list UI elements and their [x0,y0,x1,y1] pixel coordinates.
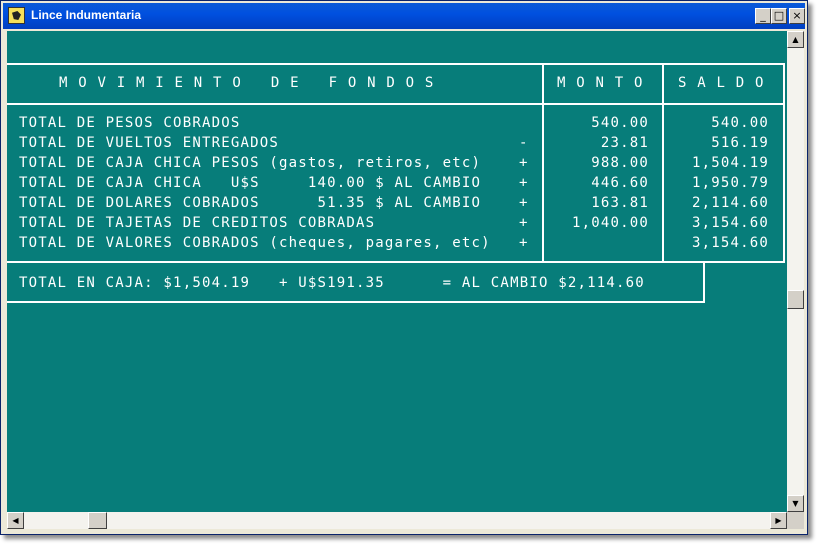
row-operator: + [519,235,529,251]
minimize-button[interactable]: _ [755,8,771,24]
row-monto: 540.00 [591,115,649,131]
row-saldo: 2,114.60 [691,195,769,211]
row-label: TOTAL DE PESOS COBRADOS [19,115,241,131]
row-label: TOTAL DE VALORES COBRADOS (cheques, paga… [19,235,491,251]
total-en-caja: TOTAL EN CAJA: $1,504.19 + U$S191.35 = A… [19,275,645,291]
vertical-scroll-thumb[interactable] [787,290,804,309]
window-title: Lince Indumentaria [31,8,142,22]
row-label: TOTAL DE TAJETAS DE CREDITOS COBRADAS [19,215,376,231]
title-bar[interactable]: Lince Indumentaria _ □ × [3,3,805,29]
saldo-column-header: S A L D O [678,75,765,91]
close-button[interactable]: × [789,8,805,24]
row-monto: 23.81 [600,135,649,151]
report-title: M O V I M I E N T O D E F O N D O S [59,75,435,91]
row-monto: 163.81 [591,195,649,211]
app-icon[interactable] [8,7,25,24]
row-saldo: 540.00 [711,115,769,131]
monto-column-header: M O N T O [557,75,644,91]
scrollbar-corner [787,512,804,529]
saldo-left-divider [662,63,664,263]
right-border [783,63,785,263]
scroll-left-button[interactable]: ◀ [7,512,24,529]
row-operator: + [519,215,529,231]
horizontal-scroll-thumb[interactable] [88,512,107,529]
scroll-down-button[interactable]: ▼ [787,495,804,512]
row-saldo: 3,154.60 [691,215,769,231]
row-monto: 446.60 [591,175,649,191]
rows-bottom-border [7,261,785,263]
row-label: TOTAL DE CAJA CHICA PESOS (gastos, retir… [19,155,482,171]
row-saldo: 516.19 [711,135,769,151]
row-monto: 1,040.00 [571,215,649,231]
row-operator: + [519,175,529,191]
header-top-border [7,63,785,65]
row-saldo: 1,950.79 [691,175,769,191]
scroll-up-button[interactable]: ▲ [787,31,804,48]
header-bottom-border [7,103,785,105]
total-box-right-border [703,261,705,303]
scroll-right-button[interactable]: ▶ [770,512,787,529]
console-area: M O V I M I E N T O D E F O N D O S M O … [7,31,787,512]
row-operator: - [519,135,529,151]
horizontal-scrollbar[interactable]: ◀ ▶ [7,512,787,529]
row-monto: 988.00 [591,155,649,171]
app-window: Lince Indumentaria _ □ × M O V I M I E N… [0,0,808,535]
row-operator: + [519,195,529,211]
monto-left-divider [542,63,544,263]
vertical-scrollbar[interactable]: ▲ ▼ [787,31,804,512]
maximize-button[interactable]: □ [771,8,787,24]
row-label: TOTAL DE CAJA CHICA U$S 140.00 $ AL CAMB… [19,175,482,191]
row-saldo: 3,154.60 [691,235,769,251]
total-box-bottom-border [7,301,705,303]
row-label: TOTAL DE DOLARES COBRADOS 51.35 $ AL CAM… [19,195,482,211]
row-saldo: 1,504.19 [691,155,769,171]
row-label: TOTAL DE VUELTOS ENTREGADOS [19,135,279,151]
row-operator: + [519,155,529,171]
